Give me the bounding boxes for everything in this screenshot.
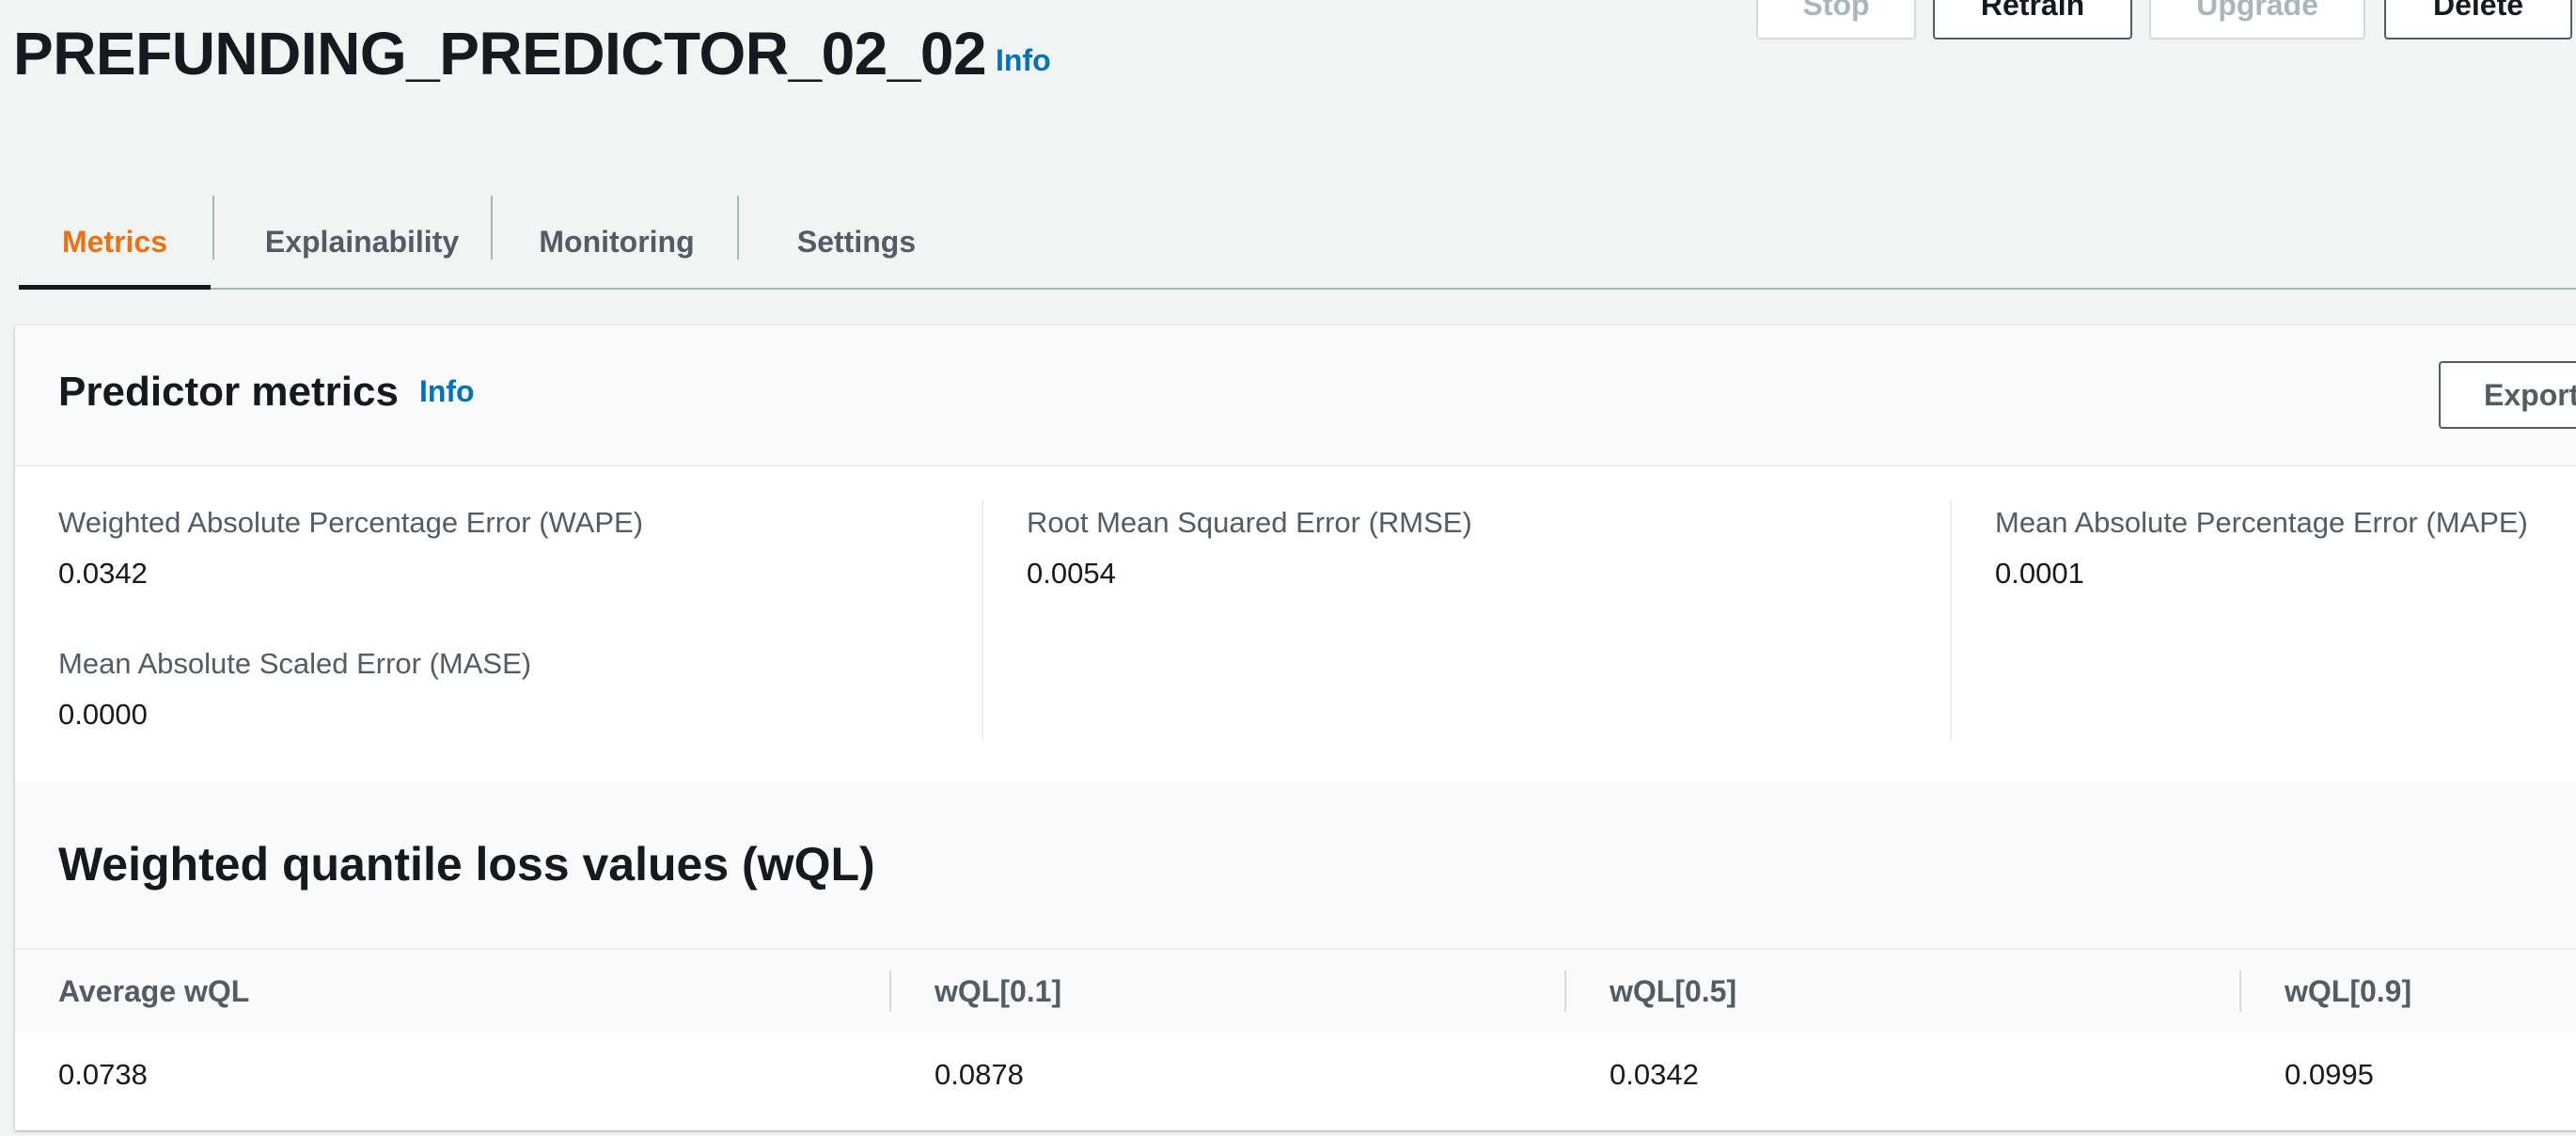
page-title: PREFUNDING_PREDICTOR_02_02 Info [13,19,1051,88]
wql-0-1-value: 0.0878 [935,1058,1024,1091]
rmse-label: Root Mean Squared Error (RMSE) [1027,506,1472,539]
delete-button[interactable]: Delete [2384,0,2572,39]
wql-column-header: wQL[0.1] [935,973,1062,1008]
predictor-metrics-info-link[interactable]: Info [419,374,475,408]
wql-average-value: 0.0738 [58,1058,148,1091]
wape-label: Weighted Absolute Percentage Error (WAPE… [58,506,644,539]
wql-table-header: Average wQL wQL[0.1] wQL[0.5] wQL[0.9] [15,948,2576,1034]
wql-column-header: wQL[0.9] [2285,973,2412,1008]
column-divider [2239,970,2241,1012]
wql-0-9-value: 0.0995 [2285,1058,2374,1091]
wape-value: 0.0342 [58,557,148,590]
export-button[interactable]: Export [2439,361,2576,429]
column-divider [982,500,983,741]
predictor-tabs: Metrics Explainability Monitoring Settin… [19,196,2576,290]
stop-button[interactable]: Stop [1756,0,1916,39]
column-divider [1564,970,1566,1012]
table-row: 0.0738 0.0878 0.0342 0.0995 [15,1033,2576,1130]
tab-settings[interactable]: Settings [739,196,974,288]
wql-column-header: wQL[0.5] [1610,973,1737,1008]
mase-label: Mean Absolute Scaled Error (MASE) [58,647,532,680]
column-divider [1950,500,1952,741]
predictor-metrics-title: Predictor metrics Info [58,369,475,416]
wql-section: Weighted quantile loss values (wQL) Aver… [15,782,2576,1130]
retrain-button[interactable]: Retrain [1933,0,2132,39]
mape-value: 0.0001 [1995,557,2084,590]
wql-column-header: Average wQL [58,973,250,1008]
tab-explainability[interactable]: Explainability [214,196,510,288]
predictor-name: PREFUNDING_PREDICTOR_02_02 [13,20,987,87]
mase-value: 0.0000 [58,698,148,731]
upgrade-button[interactable]: Upgrade [2149,0,2365,39]
mape-label: Mean Absolute Percentage Error (MAPE) [1995,506,2528,539]
tab-metrics[interactable]: Metrics [19,196,211,290]
predictor-metrics-container: Predictor metrics Info Export Weighted Ab… [15,325,2576,1130]
section-heading: Predictor metrics [58,369,399,415]
wql-0-5-value: 0.0342 [1610,1058,1699,1091]
predictor-metrics-header: Predictor metrics Info Export [15,325,2576,466]
page-info-link[interactable]: Info [996,43,1051,77]
rmse-value: 0.0054 [1027,557,1116,590]
wql-title: Weighted quantile loss values (wQL) [58,838,875,891]
tab-monitoring[interactable]: Monitoring [493,196,741,288]
column-divider [889,970,891,1012]
